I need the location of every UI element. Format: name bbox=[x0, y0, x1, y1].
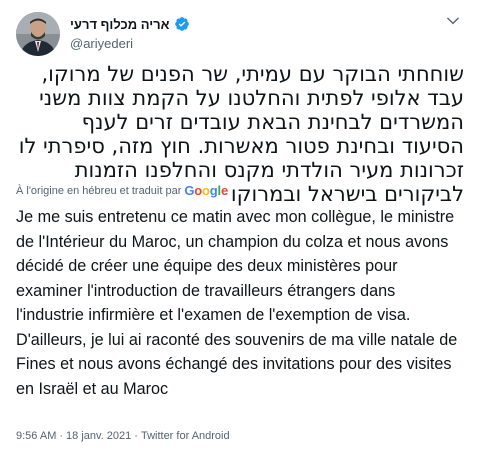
chevron-down-icon bbox=[446, 17, 460, 25]
user-names: אריה מכלוף דרעי @ariyederi bbox=[70, 14, 190, 54]
tweet: אריה מכלוף דרעי @ariyederi שוחחתי הבוקר … bbox=[0, 0, 480, 455]
translation-note: À l'origine en hébreu et traduit par bbox=[16, 184, 182, 197]
tweet-time[interactable]: 9:56 AM bbox=[16, 430, 56, 442]
translation-attribution[interactable]: À l'origine en hébreu et traduit par Goo… bbox=[16, 183, 228, 198]
more-options-button[interactable] bbox=[442, 10, 464, 32]
tweet-source[interactable]: Twitter for Android bbox=[141, 430, 230, 442]
google-logo: Google bbox=[184, 183, 228, 198]
meta-separator: · bbox=[59, 430, 64, 442]
tweet-header: אריה מכלוף דרעי @ariyederi bbox=[16, 8, 464, 60]
display-name-row: אריה מכלוף דרעי bbox=[70, 14, 190, 34]
avatar-photo bbox=[16, 12, 60, 56]
display-name[interactable]: אריה מכלוף דרעי bbox=[70, 17, 170, 32]
avatar[interactable] bbox=[16, 12, 60, 56]
user-handle[interactable]: @ariyederi bbox=[70, 36, 190, 51]
tweet-meta: 9:56 AM · 18 janv. 2021 · Twitter for An… bbox=[16, 430, 230, 442]
tweet-date[interactable]: 18 janv. 2021 bbox=[66, 430, 131, 442]
tweet-translated-text: Je me suis entretenu ce matin avec mon c… bbox=[16, 208, 458, 398]
verified-badge-icon bbox=[174, 16, 190, 32]
meta-separator-2: · bbox=[134, 430, 138, 442]
